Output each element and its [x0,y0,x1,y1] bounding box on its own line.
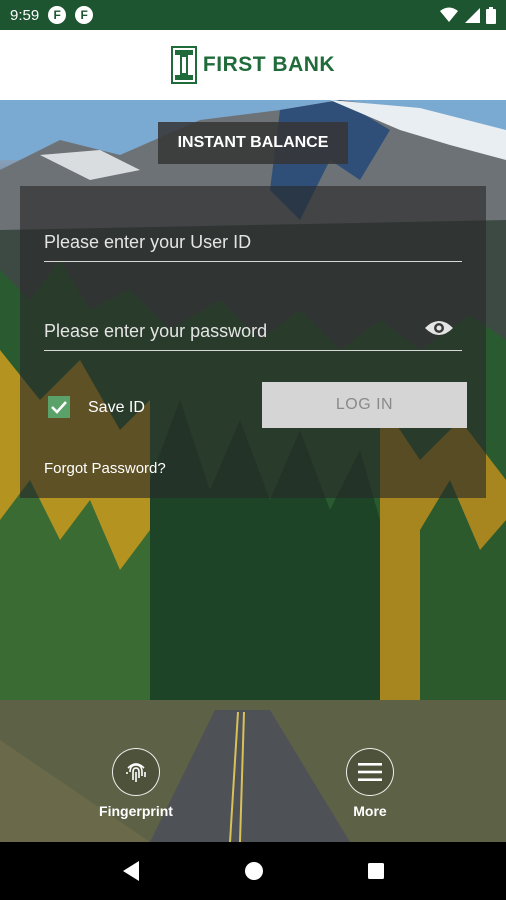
status-time: 9:59 [10,6,40,24]
login-button[interactable]: LOG IN [262,382,467,428]
fingerprint-label: Fingerprint [99,803,173,819]
back-icon[interactable] [121,860,141,882]
login-panel: Please enter your User ID Please enter y… [20,186,486,498]
password-field[interactable]: Please enter your password [44,321,462,351]
save-id-checkbox[interactable] [48,396,70,418]
system-navigation-bar [0,842,506,900]
home-icon[interactable] [244,861,264,881]
fingerprint-icon [126,763,146,782]
battery-icon [486,6,496,24]
instant-balance-button[interactable]: INSTANT BALANCE [158,122,348,164]
app-header: FIRST BANK [0,30,506,100]
bank-logo-icon [170,46,197,84]
fingerprint-icon-circle [112,748,160,796]
status-indicators [440,6,496,24]
more-icon-circle [346,748,394,796]
password-placeholder: Please enter your password [44,321,268,341]
status-bar: 9:59 F F [0,0,506,30]
forgot-password-link[interactable]: Forgot Password? [44,460,166,477]
hamburger-menu-icon [358,763,382,781]
more-label: More [353,803,387,819]
save-id-label: Save ID [88,399,145,416]
user-id-field[interactable]: Please enter your User ID [44,232,462,262]
user-id-placeholder: Please enter your User ID [44,232,252,252]
brand-name: FIRST BANK [202,53,336,76]
fingerprint-button[interactable]: Fingerprint [86,748,186,819]
checkmark-icon [51,401,67,414]
more-button[interactable]: More [320,748,420,819]
eye-icon[interactable] [424,317,454,339]
app-notification-icon: F [48,6,67,24]
app-notification-icon: F [75,6,94,24]
recents-icon[interactable] [367,862,385,880]
signal-icon [465,8,480,23]
wifi-icon [440,7,458,22]
